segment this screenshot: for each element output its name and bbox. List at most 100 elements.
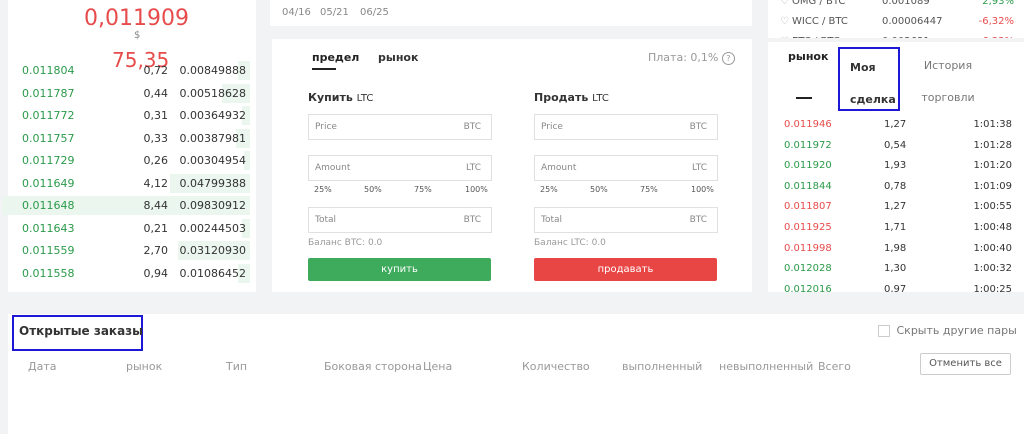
trade-time: 1:00:32 [973,263,1012,275]
order-total: 0.00304954 [179,154,246,167]
column-unfilled: невыполненный [719,360,814,373]
column-side: Боковая сторона [324,360,422,373]
order-book-row[interactable]: 0.011772 0,31 0.00364932 [8,104,256,126]
buy-price-input[interactable]: Price BTC [308,114,492,140]
cancel-all-button[interactable]: Отменить все [920,353,1011,375]
trade-amount: 0,78 [884,180,907,192]
chart-area[interactable]: 04/16 05/21 06/25 [270,0,752,26]
sell-percent-50[interactable]: 50% [590,185,608,194]
star-icon[interactable]: ♡ [780,0,789,7]
order-amount: 0,33 [143,131,169,145]
fee-label: Плата: 0,1% ? [648,51,735,65]
order-price: 0.011729 [22,154,75,167]
order-book-panel: 0,011909 $ 75,35 0.011804 0,72 0.00849888 0… [2,0,256,292]
buy-amount-input[interactable]: Amount LTC [308,155,492,181]
hide-pairs-checkbox[interactable] [878,325,890,337]
order-total: 0.03120930 [179,244,246,257]
buy-percent-75[interactable]: 75% [414,185,432,194]
sell-title-text: Продать [534,91,589,104]
buy-price-unit: BTC [463,122,481,132]
trade-price: 0.011946 [784,119,832,130]
star-icon[interactable]: ♡ [780,36,789,38]
column-filled: выполненный [622,360,703,373]
order-amount: 8,44 [143,199,169,212]
trade-price: 0.011920 [784,160,832,172]
order-book-row[interactable]: 0.011649 4,12 0.04799388 [8,172,256,194]
column-market: рынок [126,360,163,373]
fee-text: Плата: 0,1% [648,51,719,64]
buy-percent-25[interactable]: 25% [314,185,332,194]
sell-price-input[interactable]: Price BTC [534,114,718,140]
pair-row[interactable]: ♡ WICC / BTC 0.00006447 -6,32% [780,16,1020,32]
sell-percent-100[interactable]: 100% [691,185,714,194]
trade-time: 1:01:09 [973,180,1012,192]
trade-row: 0.011844 0,78 1:01:09 [780,177,1024,197]
trade-price: 0.011844 [784,180,832,192]
sell-title: Продать LTC [534,91,609,104]
open-orders-panel: Открытые заказы Скрыть другие пары Отмен… [8,314,1024,434]
order-price: 0.011643 [22,221,75,235]
trade-time: 1:00:25 [973,283,1012,292]
tab-limit[interactable]: предел [312,51,359,64]
sell-asset: LTC [592,93,609,104]
order-amount: 2,70 [143,244,169,257]
sell-percent-25[interactable]: 25% [540,185,558,194]
tab-my-deal[interactable]: Моя сделка [850,52,896,116]
column-type: Тип [226,360,248,373]
trades-panel: рынок Моя сделка История торговли 0.0119… [768,42,1024,292]
buy-percent-50[interactable]: 50% [364,185,382,194]
order-price: 0.011558 [22,266,75,280]
order-book-row[interactable]: 0.011559 2,70 0.03120930 [8,239,256,261]
buy-title: Купить LTC [308,91,373,104]
pair-change: -6,32% [978,16,1014,27]
order-book-row[interactable]: 0.011729 0,26 0.00304954 [8,149,256,171]
sell-balance: Баланс LTC: 0.0 [534,238,606,248]
chart-date-label: 05/21 [320,7,349,18]
buy-total-input[interactable]: Total BTC [308,207,492,233]
buy-amount-unit: LTC [465,163,481,173]
order-price: 0.011559 [22,244,75,257]
order-book-row[interactable]: 0.011558 0,94 0.01086452 [8,262,256,284]
order-amount: 0,26 [143,154,169,167]
buy-percent-100[interactable]: 100% [465,185,488,194]
buy-amount-placeholder: Amount [315,163,351,173]
trade-amount: 1,27 [884,119,907,130]
order-book-row[interactable]: 0.011648 8,44 0.09830912 [2,194,256,216]
sell-amount-input[interactable]: Amount LTC [534,155,718,181]
trade-price: 0.011972 [784,139,832,151]
sell-button[interactable]: продавать [534,258,717,281]
buy-asset: LTC [356,93,374,104]
trade-form-panel: предел рынок Плата: 0,1% ? Купить LTC Pr… [272,39,752,292]
order-book-row[interactable]: 0.011757 0,33 0.00387981 [8,127,256,149]
column-price: Цена [423,360,453,373]
active-tab-underline [796,97,812,99]
sell-percent-75[interactable]: 75% [640,185,658,194]
tab-trades-market[interactable]: рынок [788,50,828,63]
trade-price: 0.011807 [784,201,832,213]
star-icon[interactable]: ♡ [780,16,789,27]
order-book-row[interactable]: 0.011787 0,44 0.00518628 [8,82,256,104]
pair-row[interactable]: ♡ETC / BTC 0.002631 -6,33% [780,36,1020,38]
order-book-row[interactable]: 0.011643 0,21 0.00244503 [8,217,256,239]
trade-time: 1:00:48 [973,222,1012,233]
trade-row: 0.011946 1,27 1:01:38 [780,115,1024,135]
pair-row[interactable]: ♡ OMG / BTC 0.001089 2,93% [780,0,1020,12]
question-circle-icon[interactable]: ? [721,51,735,65]
trade-row: 0.012028 1,30 1:00:32 [780,259,1024,279]
hide-pairs-label: Скрыть другие пары [896,324,1017,337]
trade-amount: 1,71 [884,222,907,233]
hide-other-pairs[interactable]: Скрыть другие пары [878,324,1017,337]
trade-time: 1:00:40 [973,242,1012,254]
sell-total-placeholder: Total [541,215,563,225]
tab-market[interactable]: рынок [378,51,418,64]
trade-time: 1:01:20 [973,160,1012,172]
tab-trade-history[interactable]: История торговли [908,50,988,114]
buy-button[interactable]: купить [308,258,491,281]
sell-total-input[interactable]: Total BTC [534,207,718,233]
trade-amount: 1,98 [884,242,907,254]
order-book-row[interactable]: 0.011804 0,72 0.00849888 [8,59,256,81]
pair-name: WICC / BTC [792,16,848,27]
sell-price-placeholder: Price [541,122,563,132]
pair-price: 0.00006447 [882,16,943,27]
buy-balance: Баланс BTC: 0.0 [308,238,383,248]
